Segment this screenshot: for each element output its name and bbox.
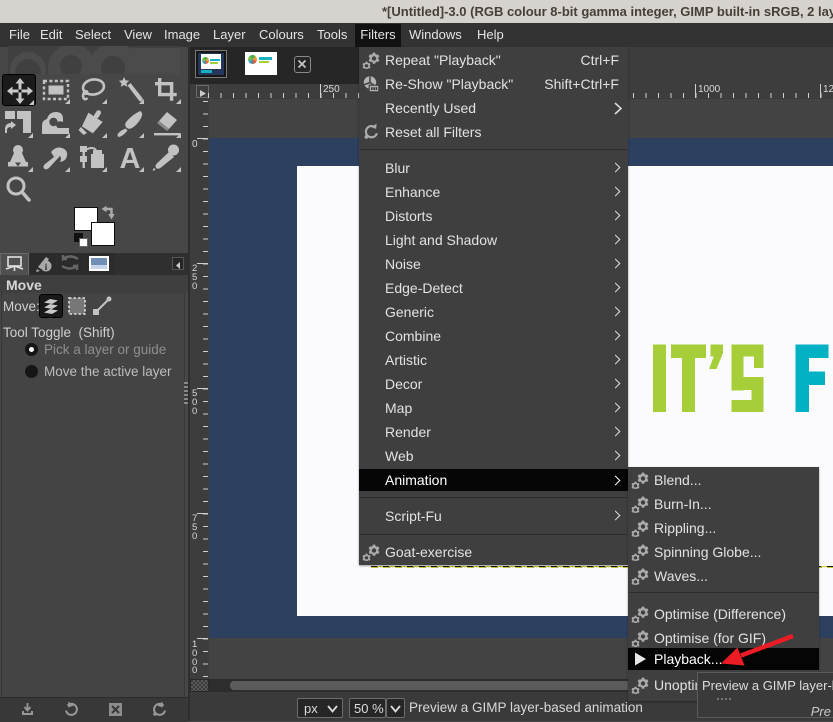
svg-text:A: A [120, 143, 141, 174]
